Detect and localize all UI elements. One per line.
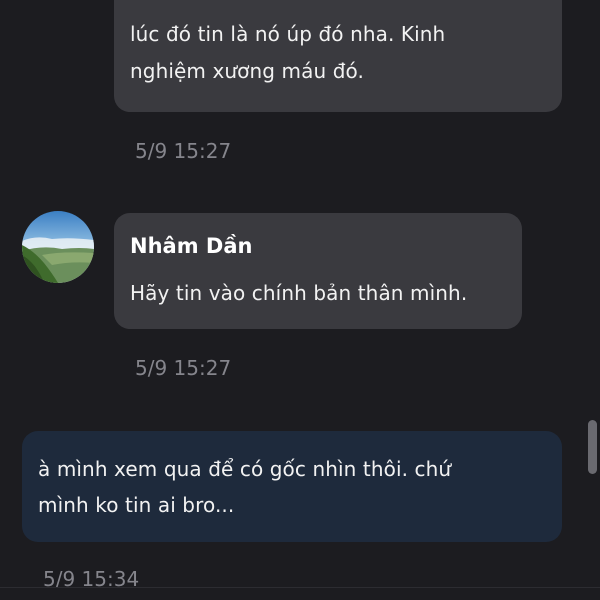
message-text: lúc đó tin là nó úp đó nha. Kinh nghiệm … — [130, 22, 446, 83]
message-bubble-outgoing[interactable]: à mình xem qua để có gốc nhìn thôi. chứ … — [22, 431, 562, 542]
message-text: Hãy tin vào chính bản thân mình. — [130, 281, 468, 305]
message-bubble-incoming[interactable]: Nhâm Dần Hãy tin vào chính bản thân mình… — [114, 213, 522, 329]
message-bubble-incoming[interactable]: lúc đó tin là nó úp đó nha. Kinh nghiệm … — [114, 0, 562, 112]
sender-name[interactable]: Nhâm Dần — [130, 231, 504, 261]
avatar[interactable] — [22, 211, 94, 283]
message-timestamp: 5/9 15:27 — [135, 139, 232, 163]
avatar-landscape-icon — [22, 211, 94, 283]
message-text: à mình xem qua để có gốc nhìn thôi. chứ … — [38, 457, 452, 517]
scrollbar-thumb[interactable] — [588, 420, 597, 474]
divider — [0, 587, 600, 588]
scrollbar[interactable] — [586, 0, 600, 600]
chat-panel: lúc đó tin là nó úp đó nha. Kinh nghiệm … — [0, 0, 600, 600]
message-timestamp: 5/9 15:27 — [135, 356, 232, 380]
